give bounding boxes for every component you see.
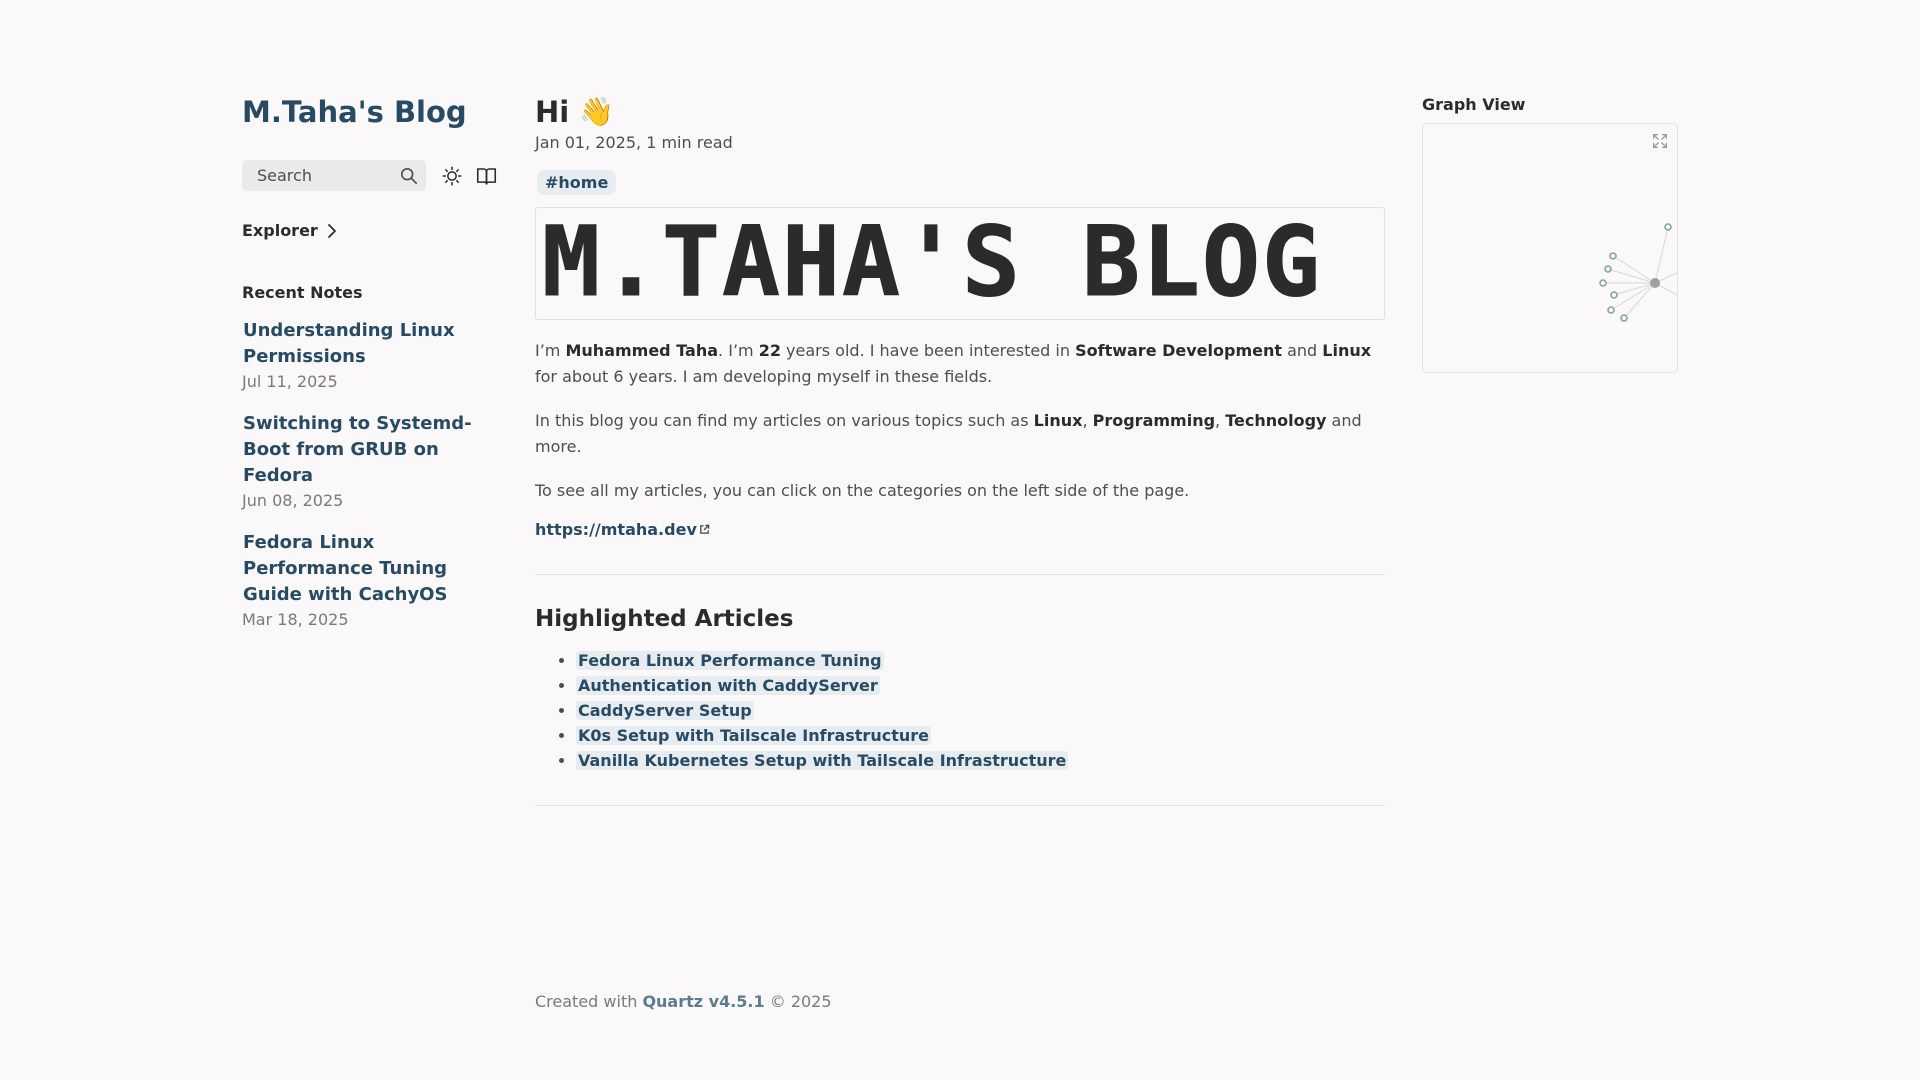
tag-home[interactable]: #home bbox=[537, 170, 617, 195]
recent-note-date: Mar 18, 2025 bbox=[242, 610, 349, 629]
banner-text: M.TAHA'S BLOG bbox=[542, 208, 1322, 318]
list-item: Fedora Linux Performance Tuning Guide wi… bbox=[242, 530, 504, 629]
recent-notes-list: Understanding Linux Permissions Jul 11, … bbox=[242, 318, 504, 629]
list-item: Switching to Systemd-Boot from GRUB on F… bbox=[242, 411, 504, 510]
left-sidebar: M.Taha's Blog Search Explorer Recent Not… bbox=[242, 92, 504, 649]
text: , bbox=[1082, 411, 1093, 430]
toolbar: Search bbox=[242, 160, 504, 191]
graph-node[interactable] bbox=[1607, 306, 1615, 314]
graph-node[interactable] bbox=[1610, 291, 1618, 299]
graph-node[interactable] bbox=[1599, 279, 1607, 287]
article-link[interactable]: Vanilla Kubernetes Setup with Tailscale … bbox=[576, 751, 1069, 770]
bold-text: Linux bbox=[1322, 341, 1372, 360]
banner-image: M.TAHA'S BLOG bbox=[535, 207, 1385, 320]
footer-prefix: Created with bbox=[535, 992, 643, 1011]
list-item: K0s Setup with Tailscale Infrastructure bbox=[576, 723, 1385, 748]
recent-note-date: Jul 11, 2025 bbox=[242, 372, 338, 391]
graph-canvas bbox=[1599, 223, 1677, 322]
search-label: Search bbox=[257, 166, 312, 185]
site-title[interactable]: M.Taha's Blog bbox=[242, 92, 504, 132]
list-item: Fedora Linux Performance Tuning bbox=[576, 648, 1385, 673]
recent-notes-title: Recent Notes bbox=[242, 283, 363, 302]
external-link-icon bbox=[700, 524, 710, 534]
bold-text: Linux bbox=[1033, 411, 1083, 430]
list-item: Authentication with CaddyServer bbox=[576, 673, 1385, 698]
topics-paragraph: In this blog you can find my articles on… bbox=[535, 408, 1385, 460]
article: Hi 👋 Jan 01, 2025, 1 min read #home M.TA… bbox=[535, 92, 1385, 806]
text: years old. I have been interested in bbox=[780, 341, 1076, 360]
divider bbox=[535, 574, 1385, 575]
book-icon[interactable] bbox=[475, 165, 497, 187]
author-name: Muhammed Taha bbox=[565, 341, 719, 360]
intro-paragraph: I’m Muhammed Taha. I’m 22 years old. I h… bbox=[535, 338, 1385, 390]
text: I’m bbox=[535, 341, 566, 360]
website-link[interactable]: https://mtaha.dev bbox=[535, 520, 710, 539]
article-link[interactable]: Fedora Linux Performance Tuning bbox=[576, 651, 884, 670]
bold-text: Technology bbox=[1225, 411, 1327, 430]
explorer-toggle[interactable]: Explorer bbox=[242, 221, 504, 240]
page-title: Hi 👋 bbox=[535, 92, 1385, 132]
article-link[interactable]: K0s Setup with Tailscale Infrastructure bbox=[576, 726, 931, 745]
explorer-label: Explorer bbox=[242, 221, 318, 240]
footer: Created with Quartz v4.5.1 © 2025 bbox=[535, 992, 832, 1011]
recent-note-link[interactable]: Fedora Linux Performance Tuning Guide wi… bbox=[242, 530, 504, 608]
search-icon bbox=[400, 167, 418, 184]
list-item: CaddyServer Setup bbox=[576, 698, 1385, 723]
list-item: Vanilla Kubernetes Setup with Tailscale … bbox=[576, 748, 1385, 773]
recent-note-link[interactable]: Switching to Systemd-Boot from GRUB on F… bbox=[242, 411, 504, 489]
footer-suffix: © 2025 bbox=[764, 992, 832, 1011]
graph-node[interactable] bbox=[1604, 265, 1612, 273]
text: In this blog you can find my articles on… bbox=[535, 411, 1034, 430]
recent-note-date: Jun 08, 2025 bbox=[242, 491, 344, 510]
highlighted-articles-heading: Highlighted Articles bbox=[535, 606, 794, 632]
author-age: 22 bbox=[758, 341, 781, 360]
categories-paragraph: To see all my articles, you can click on… bbox=[535, 481, 1190, 500]
text: , bbox=[1215, 411, 1226, 430]
article-link[interactable]: Authentication with CaddyServer bbox=[576, 676, 880, 695]
expand-icon[interactable] bbox=[1651, 132, 1669, 150]
chevron-right-icon bbox=[327, 223, 336, 238]
title-text: Hi bbox=[535, 95, 570, 129]
graph-node[interactable] bbox=[1664, 223, 1672, 231]
website-link-text: https://mtaha.dev bbox=[535, 520, 697, 539]
bold-text: Software Development bbox=[1075, 341, 1283, 360]
article-link[interactable]: CaddyServer Setup bbox=[576, 701, 754, 720]
highlighted-articles-list: Fedora Linux Performance Tuning Authenti… bbox=[535, 648, 1385, 773]
post-date: Jan 01, 2025, bbox=[535, 133, 642, 152]
quartz-link[interactable]: Quartz v4.5.1 bbox=[642, 992, 764, 1011]
post-meta: Jan 01, 2025, 1 min read bbox=[535, 133, 1385, 152]
waving-hand-icon: 👋 bbox=[579, 95, 615, 128]
bold-text: Programming bbox=[1092, 411, 1216, 430]
right-sidebar: Graph View bbox=[1422, 95, 1678, 373]
text: . I’m bbox=[718, 341, 759, 360]
divider bbox=[535, 805, 1385, 806]
list-item: Understanding Linux Permissions Jul 11, … bbox=[242, 318, 504, 391]
sun-icon[interactable] bbox=[441, 165, 463, 187]
text: for about 6 years. I am developing mysel… bbox=[535, 367, 993, 386]
graph-view[interactable] bbox=[1422, 123, 1678, 373]
read-time: 1 min read bbox=[646, 133, 733, 152]
graph-node[interactable] bbox=[1650, 278, 1660, 288]
graph-node[interactable] bbox=[1620, 314, 1628, 322]
search-button[interactable]: Search bbox=[242, 160, 426, 191]
recent-note-link[interactable]: Understanding Linux Permissions bbox=[242, 318, 504, 370]
graph-node[interactable] bbox=[1609, 252, 1617, 260]
graph-view-title: Graph View bbox=[1422, 95, 1526, 114]
text: and bbox=[1282, 341, 1323, 360]
